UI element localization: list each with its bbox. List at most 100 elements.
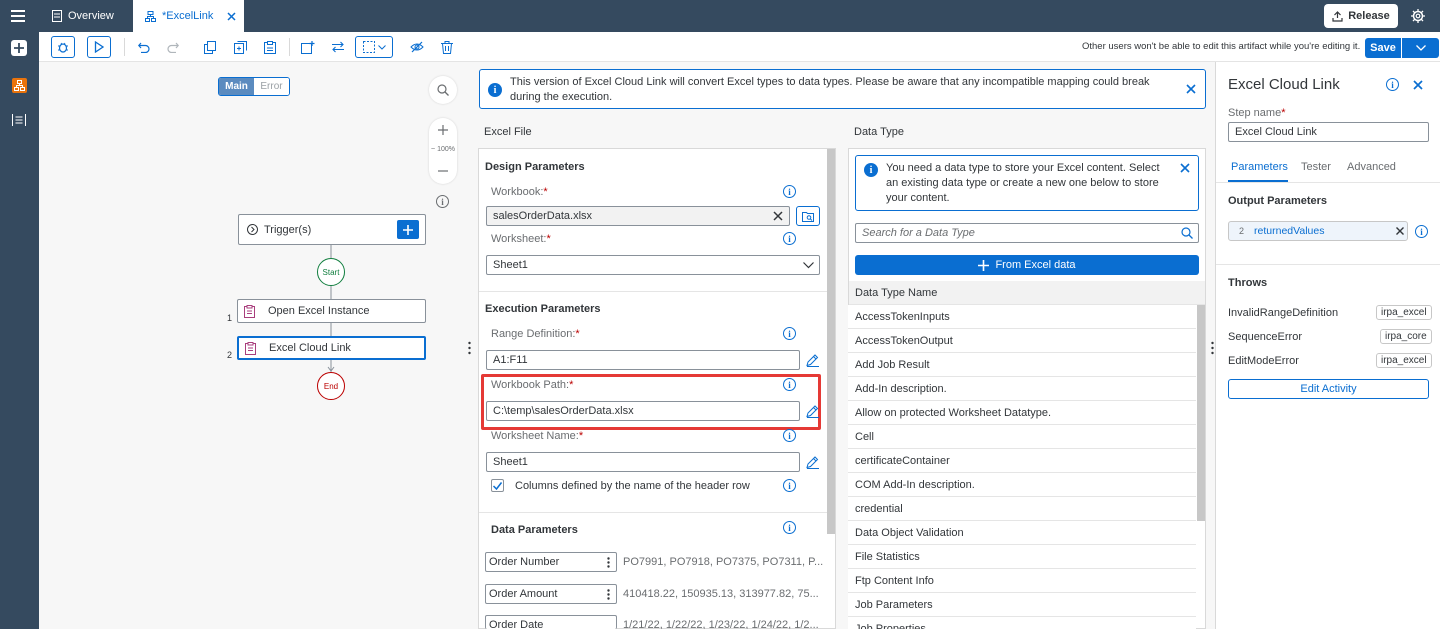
header-row-checkbox[interactable]: [491, 479, 504, 492]
run-button[interactable]: [87, 36, 111, 58]
close-icon[interactable]: [1413, 80, 1423, 90]
paste-icon[interactable]: [262, 36, 278, 58]
tab-overview[interactable]: Overview: [44, 0, 132, 32]
close-icon[interactable]: [1186, 84, 1196, 94]
clear-icon[interactable]: [773, 211, 783, 221]
splitter-handle-right[interactable]: [1211, 341, 1214, 355]
search-icon[interactable]: [1181, 227, 1193, 239]
delete-icon[interactable]: [439, 36, 455, 58]
redo-icon[interactable]: [165, 36, 181, 58]
info-icon[interactable]: i: [783, 232, 796, 245]
scrollbar[interactable]: [827, 149, 835, 534]
column-header-label: Data Type Name: [855, 286, 938, 299]
info-icon[interactable]: i: [783, 521, 796, 534]
step-name-value: Excel Cloud Link: [1235, 126, 1317, 138]
info-icon[interactable]: i: [783, 327, 796, 340]
worksheet-name-value: Sheet1: [493, 456, 528, 468]
worksheet-select[interactable]: Sheet1: [486, 255, 820, 275]
info-icon[interactable]: i: [783, 378, 796, 391]
worksheet-name-field[interactable]: Sheet1: [486, 452, 800, 472]
data-type-row[interactable]: Add Job Result: [848, 353, 1196, 377]
data-type-row[interactable]: Job Parameters: [848, 593, 1196, 617]
close-icon[interactable]: [1396, 227, 1404, 235]
data-type-row[interactable]: Job Properties: [848, 617, 1196, 629]
range-field[interactable]: A1:F11: [486, 350, 800, 370]
data-type-row[interactable]: File Statistics: [848, 545, 1196, 569]
chevron-down-icon[interactable]: [803, 262, 814, 269]
add-icon[interactable]: [11, 40, 27, 56]
save-button[interactable]: Save: [1365, 38, 1439, 58]
more-vertical-icon[interactable]: [607, 557, 610, 568]
project-tree-icon[interactable]: [12, 78, 27, 93]
selection-dropdown[interactable]: [355, 36, 393, 58]
left-rail: [0, 32, 39, 629]
data-type-row[interactable]: COM Add-In description.: [848, 473, 1196, 497]
data-type-row[interactable]: Allow on protected Worksheet Datatype.: [848, 401, 1196, 425]
tab-excellink[interactable]: *ExcelLink: [133, 0, 244, 32]
data-type-row[interactable]: Data Object Validation: [848, 521, 1196, 545]
document-icon: [52, 10, 62, 22]
more-vertical-icon[interactable]: [607, 589, 610, 600]
edit-expression-icon[interactable]: [806, 404, 820, 418]
data-type-name: Allow on protected Worksheet Datatype.: [855, 406, 1052, 419]
close-icon[interactable]: [227, 11, 236, 21]
step-excel-cloud-link[interactable]: Excel Cloud Link: [237, 336, 426, 360]
data-type-row[interactable]: certificateContainer: [848, 449, 1196, 473]
data-type-info: i You need a data type to store your Exc…: [855, 155, 1199, 211]
info-icon[interactable]: i: [783, 479, 796, 492]
copy-icon[interactable]: [202, 36, 218, 58]
menu-icon[interactable]: [11, 9, 25, 23]
search-placeholder: Search for a Data Type: [862, 227, 975, 239]
close-icon[interactable]: [1180, 163, 1190, 173]
edit-expression-icon[interactable]: [806, 353, 820, 367]
chevron-down-icon[interactable]: [1402, 38, 1439, 58]
data-param-order-date[interactable]: Order Date: [485, 615, 617, 629]
tab-parameters[interactable]: Parameters: [1231, 161, 1288, 173]
data-param-name: Order Number: [489, 556, 560, 568]
splitter-handle-left[interactable]: [468, 341, 471, 355]
from-excel-data-button[interactable]: From Excel data: [855, 255, 1199, 275]
data-type-search[interactable]: Search for a Data Type: [855, 223, 1199, 243]
list-icon[interactable]: [12, 114, 26, 126]
scrollbar[interactable]: [1197, 305, 1205, 521]
execution-parameters-title: Execution Parameters: [485, 303, 601, 315]
data-type-row[interactable]: Cell: [848, 425, 1196, 449]
step-name-field[interactable]: Excel Cloud Link: [1228, 122, 1429, 142]
data-type-row[interactable]: AccessTokenOutput: [848, 329, 1196, 353]
swap-icon[interactable]: [330, 36, 346, 58]
data-type-row[interactable]: AccessTokenInputs: [848, 305, 1196, 329]
flow-canvas: Main Error ~ 100% i Trigger(s) Start 1 O…: [39, 62, 471, 629]
hide-icon[interactable]: [409, 36, 425, 58]
output-count: 2: [1239, 226, 1245, 236]
tab-advanced[interactable]: Advanced: [1347, 161, 1396, 173]
info-icon[interactable]: i: [1415, 225, 1428, 238]
data-type-row[interactable]: credential: [848, 497, 1196, 521]
edit-activity-button[interactable]: Edit Activity: [1228, 379, 1429, 399]
settings-icon[interactable]: [1411, 9, 1425, 23]
workbook-path-field[interactable]: C:\temp\salesOrderData.xlsx: [486, 401, 800, 421]
browse-file-button[interactable]: [796, 206, 820, 226]
add-activity-icon[interactable]: [300, 36, 316, 58]
edit-expression-icon[interactable]: [806, 455, 820, 469]
output-token[interactable]: 2 returnedValues: [1228, 221, 1408, 241]
flow-connectors: [327, 245, 335, 372]
workbook-field[interactable]: salesOrderData.xlsx: [486, 206, 790, 226]
info-icon[interactable]: i: [783, 185, 796, 198]
duplicate-icon[interactable]: [232, 36, 248, 58]
step-open-excel-instance[interactable]: Open Excel Instance: [237, 299, 426, 323]
data-type-row[interactable]: Ftp Content Info: [848, 569, 1196, 593]
data-param-order-number[interactable]: Order Number: [485, 552, 617, 572]
worksheet-label-text: Worksheet:: [491, 233, 547, 245]
undo-icon[interactable]: [136, 36, 152, 58]
info-icon[interactable]: i: [1386, 78, 1399, 91]
info-banner: i This version of Excel Cloud Link will …: [479, 69, 1206, 109]
tab-tester[interactable]: Tester: [1301, 161, 1331, 173]
data-type-row[interactable]: Add-In description.: [848, 377, 1196, 401]
data-param-order-amount[interactable]: Order Amount: [485, 584, 617, 604]
data-type-name: AccessTokenInputs: [855, 310, 950, 323]
divider: [1216, 264, 1440, 265]
release-button[interactable]: Release: [1324, 4, 1398, 28]
throw-name: InvalidRangeDefinition: [1228, 307, 1339, 319]
debug-button[interactable]: [51, 36, 75, 58]
info-icon[interactable]: i: [783, 429, 796, 442]
